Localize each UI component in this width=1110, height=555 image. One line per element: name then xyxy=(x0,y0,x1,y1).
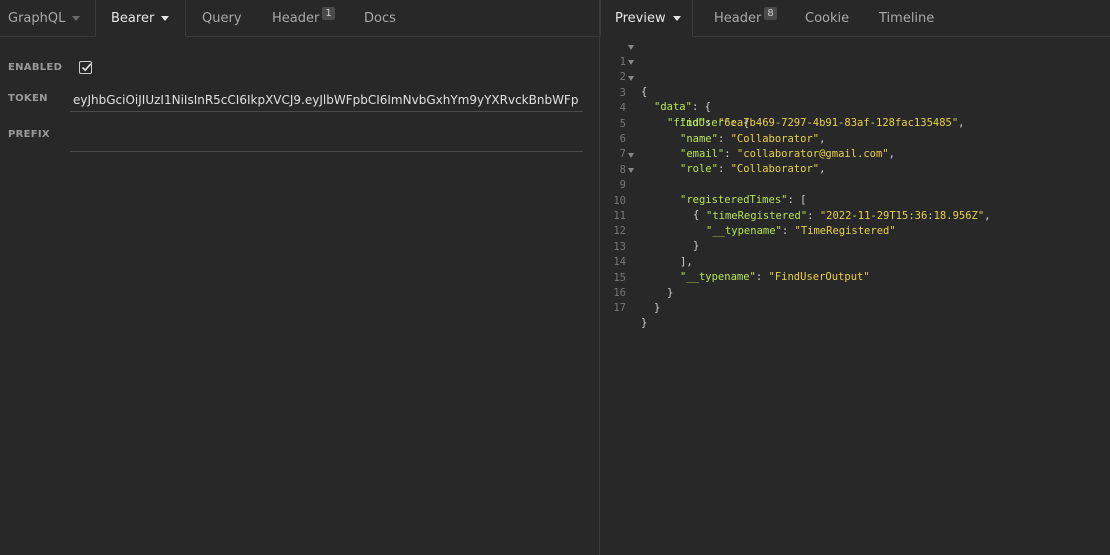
token-input[interactable]: eyJhbGciOiJIUzI1NiIsInR5cCI6IkpXVCJ9.eyJ… xyxy=(70,88,583,112)
code-line: 17 } xyxy=(600,286,647,329)
tab-graphql-label: GraphQL xyxy=(8,11,66,26)
json-key: "data" xyxy=(654,101,692,114)
tab-cookie[interactable]: Cookie xyxy=(797,0,867,37)
code-line: 11 "__typename": "TimeRegistered" xyxy=(600,194,895,237)
checkmark-icon xyxy=(81,63,92,72)
json-key: "registeredTimes" xyxy=(680,193,788,206)
code-line: 7 "role": "Collaborator", xyxy=(600,132,826,175)
json-string: "FindUserOutput" xyxy=(768,271,870,284)
tab-query-label: Query xyxy=(202,11,242,26)
enabled-checkbox[interactable] xyxy=(79,61,92,74)
json-string: "6ea7b469-7297-4b91-83af-128fac135485" xyxy=(717,117,959,130)
chevron-down-icon xyxy=(161,15,170,21)
json-key: "id" xyxy=(680,117,706,130)
json-key: "__typename" xyxy=(680,271,756,284)
json-string: "2022-11-29T15:36:18.956Z" xyxy=(819,209,985,222)
request-pane: GraphQL Bearer Query Header 1 Docs ENABL… xyxy=(0,0,599,555)
response-tabbar: Preview Header 8 Cookie Timeline xyxy=(600,0,1110,37)
code-line: 8 "registeredTimes": [ xyxy=(600,148,806,206)
tab-docs[interactable]: Docs xyxy=(356,0,416,37)
json-string: "Collaborator" xyxy=(730,163,820,176)
response-header-count-badge: 8 xyxy=(764,7,777,20)
code-line: 16 } xyxy=(600,271,660,314)
code-line: 3 "findUser": { xyxy=(600,71,749,129)
code-line: 9 { xyxy=(600,163,699,221)
json-string: "TimeRegistered" xyxy=(794,225,896,237)
header-count-badge: 1 xyxy=(322,7,335,20)
json-key: "email" xyxy=(680,148,725,160)
tab-header[interactable]: Header 1 xyxy=(264,0,344,37)
token-label: TOKEN xyxy=(8,93,48,104)
json-key: "name" xyxy=(680,132,718,145)
code-line: 13 ], xyxy=(600,225,692,268)
fold-toggle-icon[interactable] xyxy=(628,60,634,66)
fold-toggle-icon[interactable] xyxy=(628,45,634,50)
json-key: "timeRegistered" xyxy=(706,209,808,222)
request-tabbar: GraphQL Bearer Query Header 1 Docs xyxy=(0,0,599,37)
fold-toggle-icon[interactable] xyxy=(628,168,634,174)
enabled-label: ENABLED xyxy=(8,62,63,73)
code-line: 14 "__typename": "FindUserOutput" xyxy=(600,240,869,283)
code-line: 10 "timeRegistered": "2022-11-29T15:36:1… xyxy=(600,179,990,222)
tab-timeline[interactable]: Timeline xyxy=(871,0,951,37)
fold-toggle-icon[interactable] xyxy=(628,75,634,81)
prefix-label: PREFIX xyxy=(8,129,50,140)
chevron-down-icon xyxy=(72,16,81,21)
code-line: 4 "id": "6ea7b469-7297-4b91-83af-128fac1… xyxy=(600,86,965,129)
tab-header-label: Header xyxy=(272,11,320,26)
tab-response-header[interactable]: Header 8 xyxy=(706,0,786,37)
json-key: "__typename" xyxy=(706,225,782,237)
line-number: 17 xyxy=(613,302,626,315)
tab-query[interactable]: Query xyxy=(194,0,264,37)
fold-toggle-icon[interactable] xyxy=(628,152,634,158)
tab-preview-label: Preview xyxy=(615,10,666,26)
code-line: 5 "name": "Collaborator", xyxy=(600,102,826,145)
json-key: "role" xyxy=(680,163,718,176)
code-line: 15 } xyxy=(600,256,673,299)
tab-response-header-label: Header xyxy=(714,11,762,26)
code-line: 2 "data": { xyxy=(600,55,711,113)
tab-graphql[interactable]: GraphQL xyxy=(0,0,95,37)
tab-preview[interactable]: Preview xyxy=(600,0,693,37)
tab-docs-label: Docs xyxy=(364,11,396,26)
tab-bearer-label: Bearer xyxy=(111,10,155,26)
prefix-input[interactable] xyxy=(70,128,583,152)
tab-cookie-label: Cookie xyxy=(805,11,850,26)
chevron-down-icon xyxy=(672,15,681,21)
json-string: "Collaborator" xyxy=(730,132,820,145)
code-line: 12 } xyxy=(600,209,699,252)
json-string: "collaborator@gmail.com" xyxy=(736,148,889,160)
tab-timeline-label: Timeline xyxy=(879,11,935,26)
tab-bearer[interactable]: Bearer xyxy=(95,0,186,37)
code-line: 1 { xyxy=(600,40,647,98)
code-line: 6 "email": "collaborator@gmail.com", xyxy=(600,117,895,160)
